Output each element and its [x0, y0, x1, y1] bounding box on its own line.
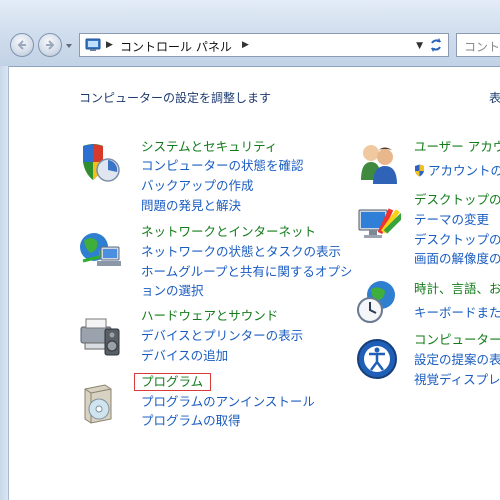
link-optimize-display[interactable]: 視覚ディスプレ	[414, 372, 500, 388]
user-accounts-icon[interactable]	[355, 140, 401, 186]
uac-shield-icon	[415, 164, 424, 177]
link-homegroup-sharing-cont[interactable]: ョンの選択	[141, 283, 204, 299]
explorer-toolbar: ▶ コントロール パネル ▶ ▼ コントロ	[0, 0, 500, 67]
link-check-computer-status[interactable]: コンピューターの状態を確認	[141, 158, 304, 174]
address-bar[interactable]: ▶ コントロール パネル ▶ ▼	[79, 33, 449, 57]
link-change-account-label: アカウントの	[428, 163, 500, 178]
system-security-icon[interactable]	[77, 140, 123, 186]
address-history-dropdown-icon[interactable]: ▼	[416, 41, 423, 51]
category-programs[interactable]: プログラム	[133, 373, 212, 391]
breadcrumb-control-panel[interactable]: コントロール パネル	[120, 38, 232, 55]
link-change-theme[interactable]: テーマの変更	[414, 212, 489, 228]
link-keyboard-input[interactable]: キーボードまた	[414, 305, 500, 321]
link-troubleshoot[interactable]: 問題の発見と解決	[141, 198, 241, 214]
category-user-accounts[interactable]: ユーザー アカウ	[414, 139, 500, 155]
recent-pages-dropdown-icon[interactable]	[64, 41, 74, 51]
search-placeholder: コントロ	[464, 40, 500, 54]
window-frame-left	[0, 66, 9, 500]
link-desktop-background[interactable]: デスクトップの	[414, 232, 500, 248]
ease-of-access-icon[interactable]	[355, 337, 401, 383]
back-button[interactable]	[10, 33, 34, 57]
link-create-backup[interactable]: バックアップの作成	[141, 178, 254, 194]
category-network-internet[interactable]: ネットワークとインターネット	[141, 224, 316, 240]
link-get-programs[interactable]: プログラムの取得	[141, 413, 241, 429]
control-panel-icon	[85, 38, 101, 51]
link-recommended-settings[interactable]: 設定の提案の表	[414, 352, 500, 368]
breadcrumb-separator-icon[interactable]: ▶	[106, 40, 113, 50]
clock-language-region-icon[interactable]	[355, 279, 401, 325]
refresh-icon[interactable]	[427, 36, 445, 54]
network-internet-icon[interactable]	[77, 227, 123, 273]
search-box[interactable]: コントロ	[456, 33, 500, 57]
link-view-network-status[interactable]: ネットワークの状態とタスクの表示	[141, 244, 341, 260]
link-uninstall-program[interactable]: プログラムのアンインストール	[141, 394, 315, 410]
appearance-personalization-icon[interactable]	[355, 202, 401, 248]
category-ease-of-access[interactable]: コンピューター	[414, 332, 500, 348]
category-hardware-sound[interactable]: ハードウェアとサウンド	[141, 308, 278, 324]
link-add-device[interactable]: デバイスの追加	[141, 348, 228, 364]
link-devices-printers[interactable]: デバイスとプリンターの表示	[141, 328, 303, 344]
link-homegroup-sharing[interactable]: ホームグループと共有に関するオプシ	[141, 264, 352, 280]
programs-icon[interactable]	[77, 379, 123, 425]
category-system-security[interactable]: システムとセキュリティ	[141, 139, 277, 155]
page-heading: コンピューターの設定を調整します	[79, 91, 272, 105]
arrow-left-icon	[17, 40, 26, 50]
link-change-account[interactable]: アカウントの	[414, 163, 500, 179]
arrow-right-icon	[46, 40, 55, 50]
view-by-label: 表	[489, 91, 500, 105]
hardware-sound-icon[interactable]	[77, 313, 123, 359]
control-panel-content: コンピューターの設定を調整します 表 システムとセキュリティ コンピューターの状…	[9, 67, 500, 500]
breadcrumb-separator-icon[interactable]: ▶	[242, 40, 249, 50]
forward-button[interactable]	[38, 33, 62, 57]
category-appearance[interactable]: デスクトップの	[414, 192, 500, 208]
category-clock-language-region[interactable]: 時計、言語、お	[414, 281, 500, 297]
link-screen-resolution[interactable]: 画面の解像度の	[414, 251, 500, 267]
